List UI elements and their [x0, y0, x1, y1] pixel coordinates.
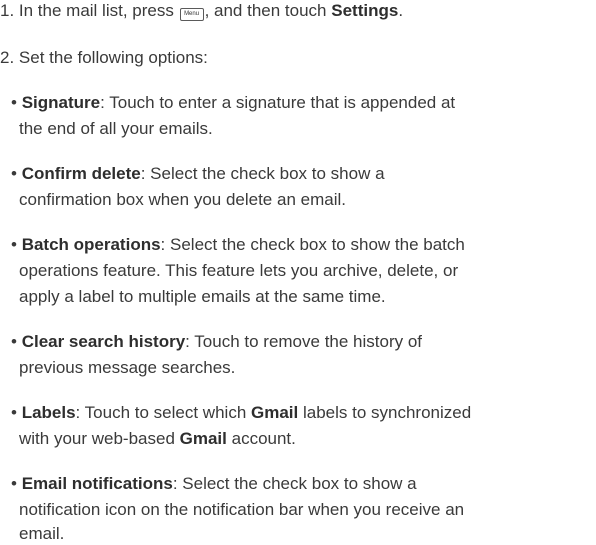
gmail-term: Gmail	[179, 429, 227, 448]
bullet: •	[11, 93, 17, 112]
option-term: Clear search history	[21, 332, 186, 351]
menu-key-icon: Menu	[179, 8, 204, 21]
option-term: Signature	[21, 93, 101, 112]
bullet: •	[11, 164, 17, 183]
option-desc-cont: email.	[19, 524, 65, 543]
option-term: Email notifications	[21, 474, 173, 493]
gmail-term: Gmail	[251, 403, 299, 422]
option-term: Labels	[21, 403, 76, 422]
option-desc-cont: apply a label to multiple emails at the …	[19, 287, 386, 306]
option-desc-cont: notification icon on the notification ba…	[19, 500, 465, 519]
option-desc: account.	[226, 429, 296, 448]
option-desc: : Select the check box to show a	[172, 474, 417, 493]
bullet: •	[11, 332, 17, 351]
option-desc: : Touch to remove the history of	[185, 332, 423, 351]
option-batch-operations: • Batch operations: Select the check box…	[11, 234, 465, 256]
settings-term: Settings	[331, 1, 399, 20]
option-desc: : Touch to enter a signature that is app…	[100, 93, 456, 112]
option-desc: labels to synchronized	[298, 403, 472, 422]
option-desc: : Select the check box to show the batch	[160, 235, 465, 254]
step-1-end: .	[398, 1, 404, 20]
bullet: •	[11, 235, 17, 254]
option-term: Batch operations	[21, 235, 161, 254]
option-labels: • Labels: Touch to select which Gmail la…	[11, 402, 471, 424]
option-desc-cont: operations feature. This feature lets yo…	[19, 261, 459, 280]
step-2: 2. Set the following options:	[0, 48, 208, 67]
bullet: •	[11, 403, 17, 422]
option-confirm-delete: • Confirm delete: Select the check box t…	[11, 163, 385, 185]
option-clear-search-history: • Clear search history: Touch to remove …	[11, 331, 422, 353]
option-desc: with your web-based	[19, 429, 180, 448]
option-desc: : Select the check box to show a	[140, 164, 385, 183]
step-1: 1. In the mail list, press Menu, and the…	[0, 0, 403, 22]
step-1-middle: , and then touch	[204, 1, 327, 20]
document: 1. In the mail list, press Menu, and the…	[0, 0, 596, 545]
option-desc: : Touch to select which	[75, 403, 251, 422]
step-1-prefix: 1. In the mail list, press	[0, 1, 174, 20]
bullet: •	[11, 474, 17, 493]
option-desc-cont: with your web-based Gmail account.	[19, 428, 296, 450]
option-desc-cont: the end of all your emails.	[19, 119, 213, 138]
option-signature: • Signature: Touch to enter a signature …	[11, 92, 455, 114]
option-term: Confirm delete	[21, 164, 141, 183]
option-desc-cont: confirmation box when you delete an emai…	[19, 190, 346, 209]
option-email-notifications: • Email notifications: Select the check …	[11, 473, 417, 495]
option-desc-cont: previous message searches.	[19, 358, 236, 377]
